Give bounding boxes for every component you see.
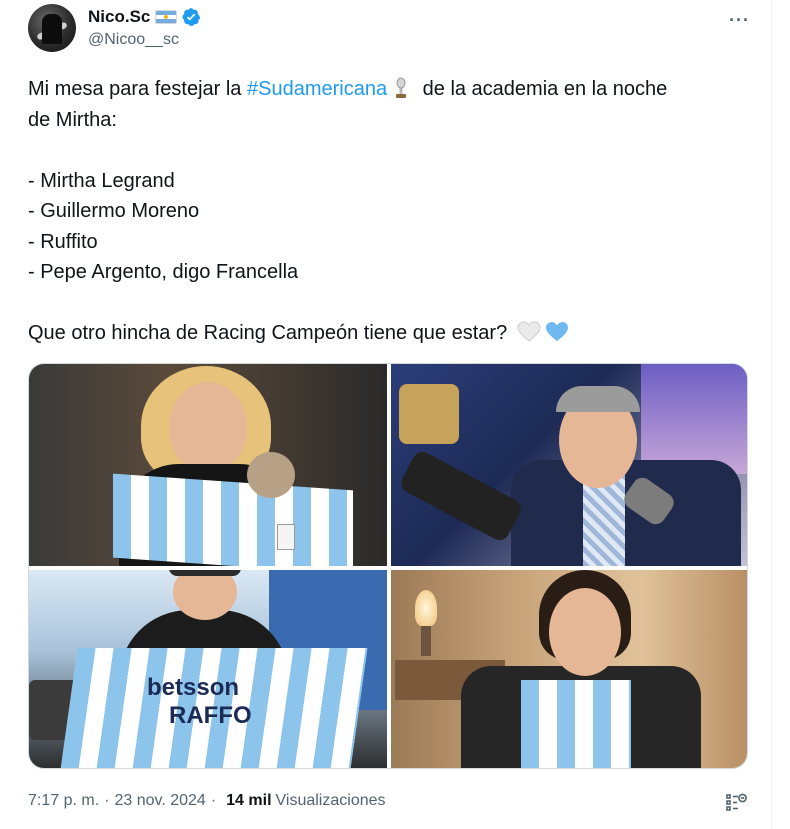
tweet-card: Nico.Sc @Nicoo__sc ··· Mi mesa para fest… (0, 0, 772, 829)
argentina-flag-icon (155, 10, 178, 24)
tweet-text: Mi mesa para festejar la #Sudamericana d… (28, 74, 748, 349)
views-count: 14 mil (226, 792, 272, 809)
post-analytics-icon[interactable] (724, 791, 748, 815)
tweet-time[interactable]: 7:17 p. m. (28, 792, 99, 810)
footer-separator: · (104, 792, 110, 809)
ruffito-jersey-photo[interactable]: betsson RAFFO (29, 570, 387, 768)
tweet-text-body: de la academia en la noche de Mirtha: - … (28, 78, 668, 344)
white-heart-icon (517, 321, 541, 342)
francella-jersey-photo[interactable] (391, 570, 747, 768)
mirtha-jersey-photo[interactable] (29, 364, 387, 566)
views-label: Visualizaciones (275, 792, 386, 809)
tweet-date[interactable]: 23 nov. 2024 (114, 792, 205, 810)
author-display-name[interactable]: Nico.Sc (88, 7, 150, 27)
light-blue-heart-icon (545, 322, 568, 341)
jersey-name-text: RAFFO (169, 702, 252, 729)
jersey-sponsor-text: betsson (147, 674, 240, 701)
moreno-microphone-photo[interactable] (391, 364, 747, 566)
tweet-text-prefix: Mi mesa para festejar la (28, 78, 247, 100)
more-options-icon[interactable]: ··· (729, 10, 750, 31)
author-names: Nico.Sc @Nicoo__sc (88, 6, 201, 49)
tweet-footer: 7:17 p. m. · 23 nov. 2024 · 14 mil Visua… (28, 792, 386, 810)
author-avatar[interactable] (28, 4, 76, 52)
photo-grid: betsson RAFFO (28, 363, 748, 769)
author-handle[interactable]: @Nicoo__sc (88, 31, 201, 49)
tweet-header: Nico.Sc @Nicoo__sc ··· (28, 4, 758, 52)
footer-separator-2: · (210, 792, 217, 809)
verified-badge-icon[interactable] (181, 7, 201, 27)
hashtag-link[interactable]: #Sudamericana (247, 78, 387, 100)
trophy-icon (396, 77, 407, 98)
